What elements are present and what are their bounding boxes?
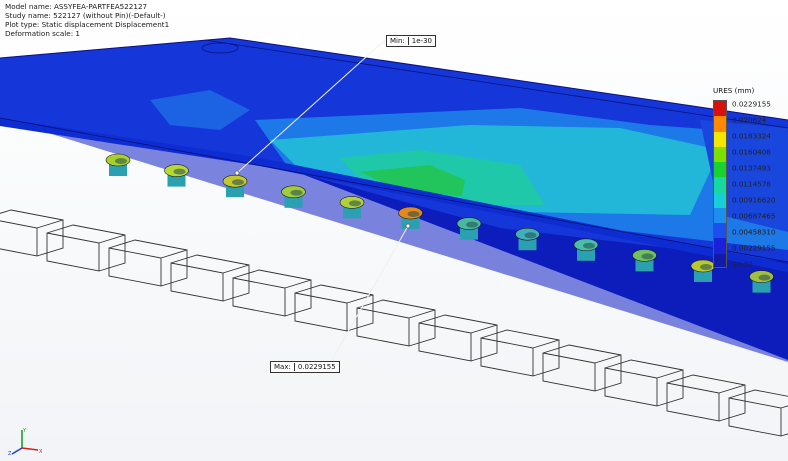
legend-swatch: [714, 101, 726, 117]
fea-model-view[interactable]: [0, 0, 788, 461]
legend-tick-label: 0.00916620: [732, 195, 776, 205]
legend-tick-label: 0.00687465: [732, 211, 776, 221]
legend-swatch: [714, 177, 726, 193]
deformation-scale-text: Deformation scale: 1: [5, 29, 80, 38]
graphics-viewport[interactable]: [0, 0, 788, 461]
legend-swatch: [714, 238, 726, 254]
legend-swatch: [714, 146, 726, 163]
legend-swatch: [714, 192, 726, 208]
legend-tick-label: 0.0160408: [732, 147, 771, 157]
triad-y-label: Y: [22, 428, 27, 434]
legend-tick-label: 0.00229155: [732, 243, 776, 253]
min-probe-label[interactable]: Min: 1e-30: [386, 35, 436, 47]
legend-tick-label: 0.0114578: [732, 179, 771, 189]
legend-tick-label: 1e-30: [732, 259, 753, 269]
triad-z-label: Z: [8, 451, 12, 456]
triad-z-axis: [11, 447, 23, 455]
legend-tick-label: 0.0183324: [732, 131, 771, 141]
orientation-triad[interactable]: Y X Z: [8, 426, 44, 456]
legend-swatch: [714, 223, 726, 239]
model-name-text: Model name: ASSYFEA-PARTFEA522127: [5, 2, 148, 11]
legend-swatch: [714, 131, 726, 147]
legend-swatch: [714, 253, 726, 267]
min-probe-value: 1e-30: [407, 37, 432, 45]
legend-swatch: [714, 162, 726, 178]
legend-tick-label: 0.0137493: [732, 163, 771, 173]
legend-color-bar[interactable]: [713, 100, 727, 268]
plot-info-block: Model name: ASSYFEA-PARTFEA522127 Study …: [5, 2, 169, 38]
legend-tick-label: 0.00458310: [732, 227, 776, 237]
max-probe-label[interactable]: Max: 0.0229155: [270, 361, 340, 373]
triad-x-axis: [21, 447, 39, 451]
legend-swatch: [714, 207, 726, 224]
plot-type-text: Plot type: Static displacement Displacem…: [5, 20, 170, 29]
max-probe-value: 0.0229155: [293, 363, 336, 371]
legend-swatch: [714, 116, 726, 132]
legend-title: URES (mm): [713, 86, 755, 95]
legend-tick-label: 0.0229155: [732, 99, 771, 109]
triad-x-label: X: [39, 449, 43, 455]
study-name-text: Study name: 522127 (without Pin)(-Defaul…: [5, 11, 166, 20]
legend-tick-label: 0.020624: [732, 115, 767, 125]
min-probe-caption: Min:: [390, 37, 405, 45]
max-probe-caption: Max:: [274, 363, 291, 371]
